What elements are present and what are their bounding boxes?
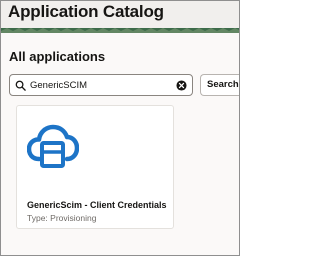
application-type: Type: Provisioning	[27, 213, 97, 223]
search-input[interactable]	[30, 77, 170, 94]
clear-icon[interactable]	[176, 80, 187, 91]
application-catalog-page: Application Catalog All applications Sea…	[0, 0, 240, 256]
search-icon	[15, 80, 26, 91]
section-title: All applications	[9, 49, 106, 64]
search-button[interactable]: Search	[200, 74, 239, 96]
application-card[interactable]: GenericScim - Client Credentials Type: P…	[16, 105, 174, 229]
page-header: Application Catalog	[1, 1, 239, 33]
cloud-app-icon	[27, 124, 79, 168]
search-field[interactable]	[9, 74, 193, 96]
header-pattern	[1, 28, 239, 33]
page-title: Application Catalog	[8, 2, 164, 21]
application-name: GenericScim - Client Credentials	[27, 200, 167, 210]
